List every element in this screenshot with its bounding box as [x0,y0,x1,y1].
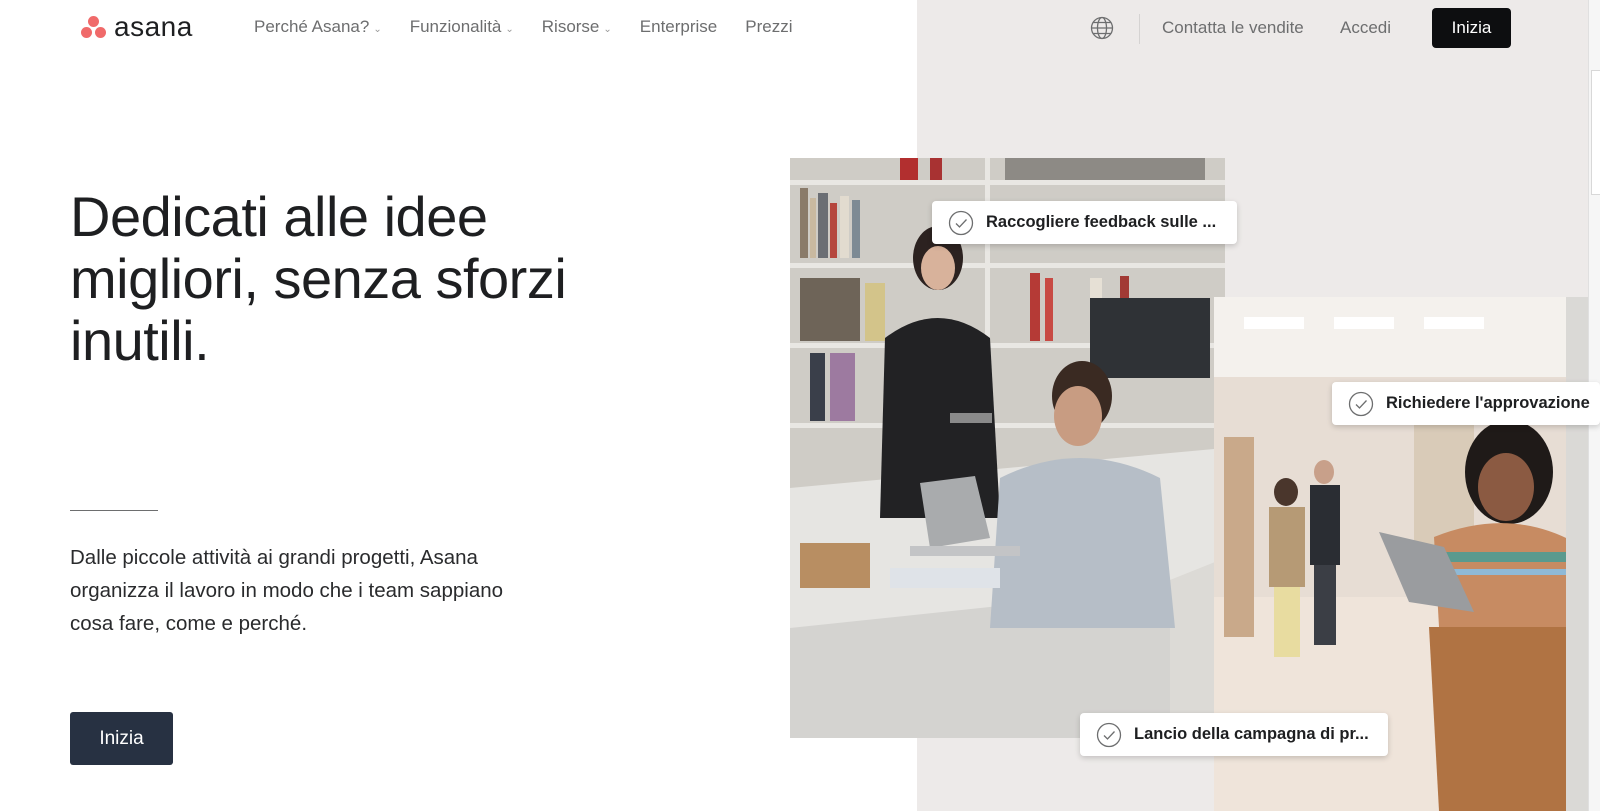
contact-sales-link[interactable]: Contatta le vendite [1162,18,1304,38]
nav-label: Funzionalità [409,17,502,36]
hero-title-line: migliori, senza sforzi [70,247,567,310]
task-card-label: Richiedere l'approvazione [1386,394,1590,412]
login-link[interactable]: Accedi [1340,18,1391,38]
get-started-button-header[interactable]: Inizia [1432,8,1511,48]
check-circle-icon[interactable] [948,210,974,236]
nav-label: Risorse [541,17,600,36]
scrollbar-thumb[interactable] [1591,70,1600,195]
hero-title: Dedicati alle idee migliori, senza sforz… [70,186,690,372]
nav-label: Enterprise [639,17,718,36]
nav-item-pricing[interactable]: Prezzi [745,17,792,37]
globe-icon[interactable] [1090,16,1114,40]
site-header: asana Perché Asana? ⌄ Funzionalità ⌄ Ris… [0,0,1588,58]
chevron-down-icon: ⌄ [505,23,514,35]
nav-item-enterprise[interactable]: Enterprise [640,17,717,37]
asana-logo[interactable]: asana [80,11,193,42]
nav-item-why-asana[interactable]: Perché Asana? ⌄ [254,17,382,37]
hero-title-line: inutili. [70,309,210,372]
task-card[interactable]: Lancio della campagna di pr... [1080,713,1388,756]
chevron-down-icon: ⌄ [373,23,382,35]
nav-item-resources[interactable]: Risorse ⌄ [542,17,612,37]
nav-item-features[interactable]: Funzionalità ⌄ [410,17,514,37]
task-card[interactable]: Richiedere l'approvazione [1332,382,1600,425]
asana-logo-icon [80,14,108,40]
chevron-down-icon: ⌄ [603,23,612,35]
nav-label: Prezzi [745,17,793,36]
header-divider [1139,14,1140,44]
hero-title-line: Dedicati alle idee [70,185,488,248]
check-circle-icon[interactable] [1096,722,1122,748]
office-photo [790,158,1225,738]
hero-divider [70,510,158,511]
logo-wordmark: asana [114,11,193,42]
task-card-label: Lancio della campagna di pr... [1134,725,1369,743]
nav-label: Perché Asana? [254,17,370,36]
task-card-label: Raccogliere feedback sulle ... [986,213,1217,231]
main-nav: Perché Asana? ⌄ Funzionalità ⌄ Risorse ⌄… [254,17,793,37]
get-started-button-hero[interactable]: Inizia [70,712,173,765]
check-circle-icon[interactable] [1348,391,1374,417]
task-card[interactable]: Raccogliere feedback sulle ... [932,201,1237,244]
hero-subtitle: Dalle piccole attività ai grandi progett… [70,546,504,635]
